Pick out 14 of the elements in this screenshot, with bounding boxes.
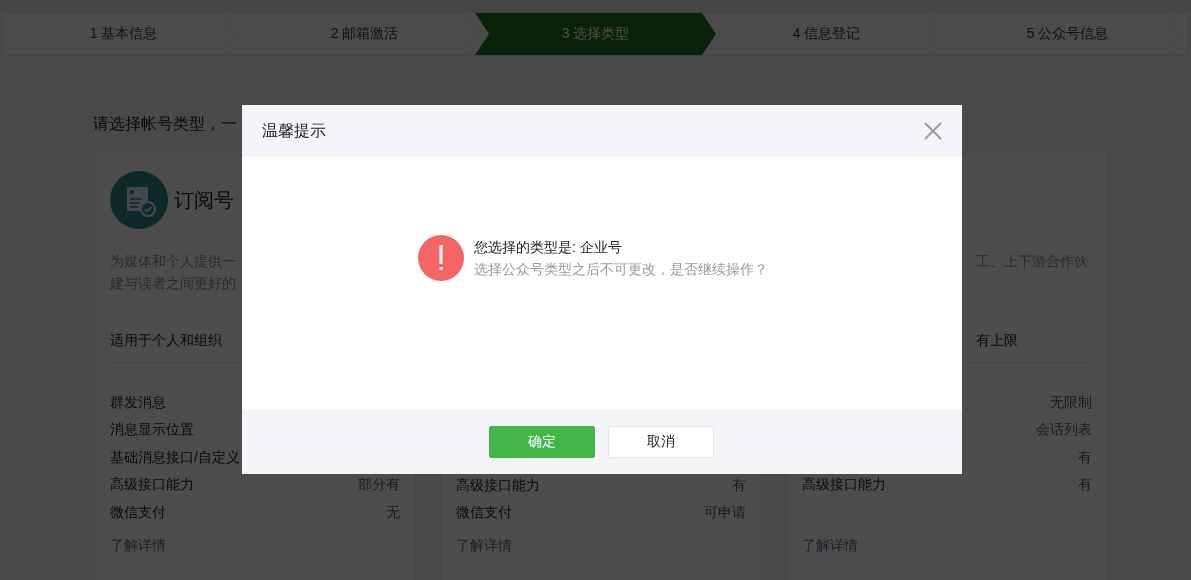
cancel-button[interactable]: 取消 [607, 426, 714, 458]
dialog-detail: 选择公众号类型之后不可更改，是否继续操作？ [474, 259, 768, 279]
dialog-message: 您选择的类型是: 企业号 [474, 237, 623, 257]
confirm-button[interactable]: 确定 [488, 426, 595, 458]
exclamation-icon [418, 234, 464, 281]
feature-label: 微信支付 [110, 503, 166, 522]
feature-label: 消息显示位置 [110, 421, 194, 440]
feature-label: 基础消息接口/自定义 [110, 448, 240, 467]
close-icon[interactable] [924, 122, 942, 140]
feature-label: 群发消息 [110, 393, 166, 412]
card-title: 订阅号 [174, 187, 234, 213]
card-audience: 适用于个人和组织 [110, 331, 222, 350]
feature-label: 微信支付 [456, 504, 512, 523]
dialog-title: 温馨提示 [262, 120, 326, 141]
